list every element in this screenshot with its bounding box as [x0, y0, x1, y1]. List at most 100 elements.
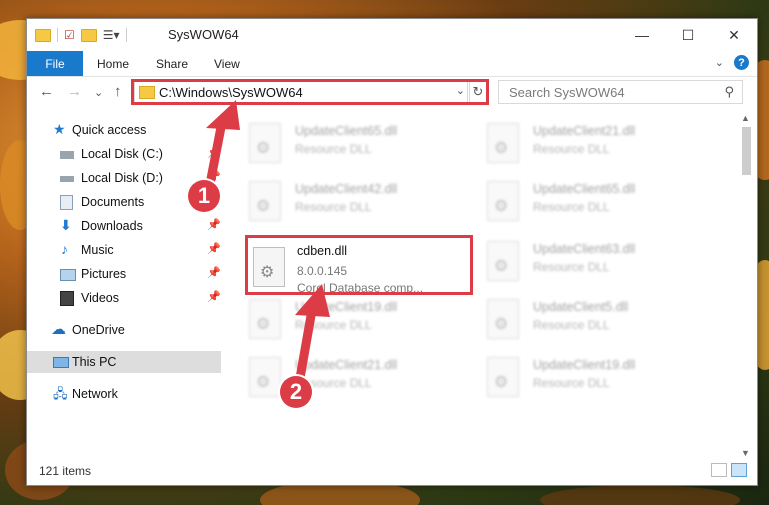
file-item[interactable]: ⚙ UpdateClient19.dll Resource DLL [245, 295, 475, 345]
scrollbar-thumb[interactable] [742, 127, 751, 175]
file-name: UpdateClient5.dll [533, 300, 629, 314]
pictures-icon [60, 269, 76, 281]
videos-icon [60, 291, 74, 306]
sidebar-item-label: Documents [81, 195, 145, 209]
file-description: Resource DLL [533, 318, 610, 332]
pin-icon: 📌 [207, 243, 221, 255]
sidebar-item-downloads[interactable]: ⬇ Downloads 📌 [27, 215, 221, 237]
maximize-button[interactable]: ☐ [665, 19, 711, 51]
forward-button[interactable]: → [67, 83, 82, 100]
scroll-down-icon[interactable]: ▼ [741, 448, 750, 458]
file-description: Resource DLL [533, 260, 610, 274]
file-item[interactable]: ⚙ UpdateClient42.dll Resource DLL [245, 177, 475, 227]
file-description: Resource DLL [295, 200, 372, 214]
details-view-icon[interactable] [711, 463, 727, 477]
file-item[interactable]: ⚙ UpdateClient5.dll Resource DLL [483, 295, 713, 345]
tab-share[interactable]: Share [156, 57, 188, 71]
sidebar-item-label: This PC [72, 355, 117, 369]
cloud-icon: ☁ [51, 321, 66, 338]
toolbar-divider [125, 28, 127, 42]
music-icon: ♪ [61, 241, 68, 257]
new-folder-icon[interactable] [80, 28, 97, 42]
dll-file-icon: ⚙ [487, 241, 519, 281]
gear-icon: ⚙ [494, 140, 509, 157]
file-name: UpdateClient19.dll [533, 358, 636, 372]
sidebar-item-label: Local Disk (C:) [81, 147, 163, 161]
file-description: Resource DLL [295, 142, 372, 156]
sidebar-item-music[interactable]: ♪ Music 📌 [27, 239, 221, 261]
scroll-up-icon[interactable]: ▲ [741, 113, 750, 123]
file-item[interactable]: ⚙ UpdateClient19.dll Resource DLL [483, 353, 713, 403]
close-button[interactable]: ✕ [711, 19, 757, 51]
sidebar-item-label: Quick access [72, 123, 147, 137]
tab-file[interactable]: File [27, 51, 83, 76]
gear-icon: ⚙ [494, 374, 509, 391]
file-name: UpdateClient63.dll [533, 242, 636, 256]
file-name: UpdateClient42.dll [295, 182, 398, 196]
pin-icon: 📌 [207, 147, 221, 159]
file-name: UpdateClient21.dll [533, 124, 636, 138]
tab-home[interactable]: Home [97, 57, 129, 71]
file-name: UpdateClient21.dll [295, 358, 398, 372]
view-toggle [711, 463, 747, 477]
file-item[interactable]: ⚙ UpdateClient65.dll Resource DLL [245, 119, 475, 169]
sidebar-item-videos[interactable]: Videos 📌 [27, 287, 221, 309]
tab-view[interactable]: View [214, 57, 240, 71]
expand-ribbon-icon[interactable]: ⌄ [715, 56, 724, 69]
drive-icon [60, 176, 74, 182]
recent-locations-button[interactable]: ⌄ [94, 86, 103, 99]
pin-icon: 📌 [207, 267, 221, 279]
search-input[interactable]: Search SysWOW64 ⚲ [498, 80, 743, 104]
pin-icon: 📌 [207, 291, 221, 303]
download-icon: ⬇ [60, 217, 72, 233]
vertical-scrollbar[interactable]: ▲ ▼ [739, 113, 753, 458]
file-explorer-window: ☑ ☰▾ SysWOW64 — ☐ ✕ File Home Share View… [26, 18, 758, 486]
file-item[interactable]: ⚙ UpdateClient65.dll Resource DLL [483, 177, 713, 227]
title-bar: ☑ ☰▾ SysWOW64 — ☐ ✕ [27, 19, 757, 51]
dll-file-icon: ⚙ [249, 181, 281, 221]
gear-icon: ⚙ [494, 198, 509, 215]
ribbon-right-controls: ⌄ ? [715, 55, 749, 70]
folder-icon [35, 28, 51, 42]
gear-icon: ⚙ [256, 140, 271, 157]
item-count: 121 items [39, 464, 92, 478]
sidebar-item-network[interactable]: 🖧 Network [27, 383, 221, 405]
file-description: Resource DLL [533, 376, 610, 390]
help-icon[interactable]: ? [734, 55, 749, 70]
sidebar-item-this-pc[interactable]: This PC [27, 351, 221, 373]
sidebar-item-quick-access[interactable]: ★ Quick access [27, 119, 221, 141]
customize-toolbar-icon[interactable]: ☰▾ [103, 28, 120, 42]
file-item[interactable]: ⚙ UpdateClient21.dll Resource DLL [483, 119, 713, 169]
sidebar-item-label: OneDrive [72, 323, 125, 337]
documents-icon [60, 195, 73, 210]
up-button[interactable]: ↑ [114, 83, 122, 100]
star-icon: ★ [53, 121, 66, 137]
quick-access-toolbar: ☑ ☰▾ [35, 28, 127, 42]
dll-file-icon: ⚙ [487, 123, 519, 163]
back-button[interactable]: ← [39, 83, 54, 100]
properties-icon[interactable]: ☑ [64, 28, 75, 42]
navigation-pane: ★ Quick access Local Disk (C:) 📌 Local D… [27, 113, 221, 453]
sidebar-item-pictures[interactable]: Pictures 📌 [27, 263, 221, 285]
sidebar-item-label: Local Disk (D:) [81, 171, 163, 185]
minimize-button[interactable]: — [619, 19, 665, 51]
dll-file-icon: ⚙ [249, 357, 281, 397]
dll-file-icon: ⚙ [487, 357, 519, 397]
window-title: SysWOW64 [168, 27, 239, 42]
file-highlight-box [245, 235, 473, 295]
sidebar-item-label: Pictures [81, 267, 127, 281]
status-bar: 121 items [27, 459, 757, 483]
dll-file-icon: ⚙ [249, 299, 281, 339]
callout-step-1: 1 [188, 180, 220, 212]
sidebar-item-onedrive[interactable]: ☁ OneDrive [27, 319, 221, 341]
gear-icon: ⚙ [494, 258, 509, 275]
sidebar-item-local-disk-c[interactable]: Local Disk (C:) 📌 [27, 143, 221, 165]
computer-icon [53, 357, 69, 368]
gear-icon: ⚙ [256, 198, 271, 215]
sidebar-item-label: Videos [81, 291, 119, 305]
gear-icon: ⚙ [256, 374, 271, 391]
search-icon[interactable]: ⚲ [724, 84, 734, 100]
tiles-view-icon[interactable] [731, 463, 747, 477]
file-name: UpdateClient19.dll [295, 300, 398, 314]
file-item[interactable]: ⚙ UpdateClient63.dll Resource DLL [483, 237, 713, 287]
